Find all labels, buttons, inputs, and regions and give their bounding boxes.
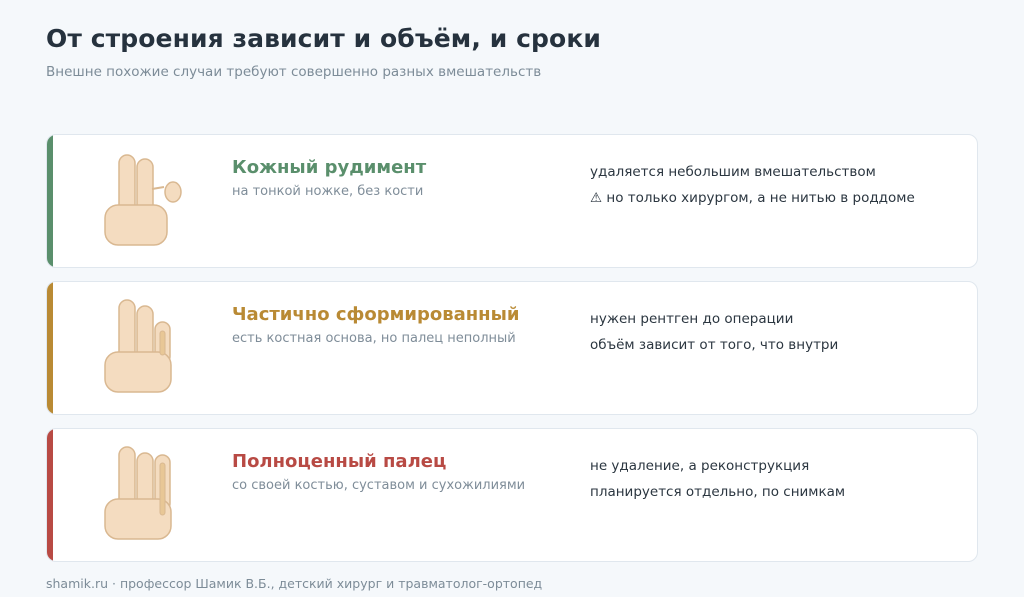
card-note-secondary: планируется отдельно, по снимкам	[590, 484, 846, 500]
card-partial: Частично сформированный есть костная осн…	[46, 281, 978, 415]
card-note-secondary: объём зависит от того, что внутри	[590, 337, 839, 353]
card-title: Кожный рудимент	[232, 157, 427, 178]
card-note-primary: не удаление, а реконструкция	[590, 458, 810, 474]
hand-full-finger-icon	[104, 446, 172, 540]
card-description: есть костная основа, но палец неполный	[232, 331, 516, 346]
card-title: Полноценный палец	[232, 451, 447, 472]
card-description: со своей костью, суставом и сухожилиями	[232, 478, 526, 493]
card-skin-tag: Кожный рудимент на тонкой ножке, без кос…	[46, 134, 978, 268]
card-note-primary: удаляется небольшим вмешательством	[590, 164, 876, 180]
card-accent-bar	[47, 429, 53, 561]
card-accent-bar	[47, 135, 53, 267]
footer-credit: shamik.ru · профессор Шамик В.Б., детски…	[46, 576, 543, 591]
hand-skin-tag-icon	[104, 154, 182, 246]
card-note-primary: нужен рентген до операции	[590, 311, 794, 327]
card-accent-bar	[47, 282, 53, 414]
card-full-finger: Полноценный палец со своей костью, суста…	[46, 428, 978, 562]
card-description: на тонкой ножке, без кости	[232, 184, 424, 199]
page-title: От строения зависит и объём, и сроки	[46, 24, 602, 53]
hand-partial-finger-icon	[104, 299, 172, 393]
card-note-secondary: ⚠ но только хирургом, а не нитью в роддо…	[590, 190, 915, 206]
card-title: Частично сформированный	[232, 304, 520, 325]
page-subtitle: Внешне похожие случаи требуют совершенно…	[46, 64, 542, 80]
